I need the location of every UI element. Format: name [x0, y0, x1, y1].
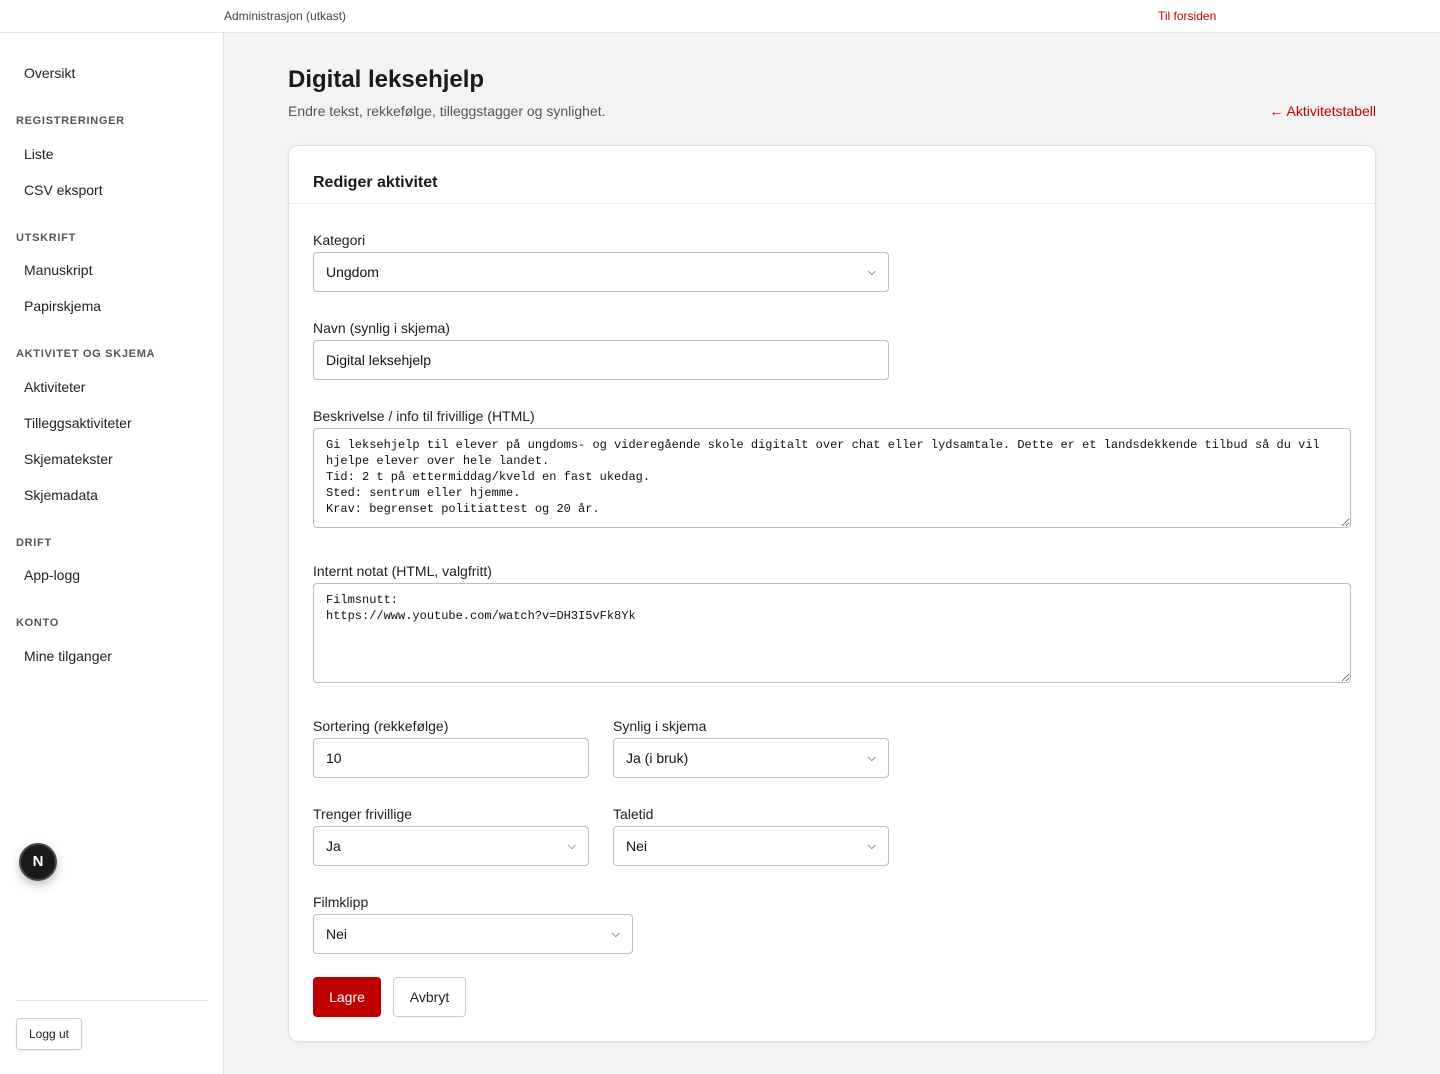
app-title: Administrasjon (utkast) [224, 9, 347, 23]
name-input[interactable] [313, 340, 889, 380]
internal-note-label: Internt notat (HTML, valgfritt) [313, 563, 492, 579]
nextjs-logo-icon: N [32, 853, 44, 870]
top-bar: Administrasjon (utkast) Til forsiden [0, 0, 1440, 33]
sidebar-divider [16, 1000, 208, 1001]
sidebar-heading-aktivitet-og-skjema: AKTIVITET OG SKJEMA [16, 348, 156, 360]
back-to-activity-table-link[interactable]: ← Aktivitetstabell [1269, 103, 1376, 119]
chevron-down-icon: ⌵ [867, 751, 876, 764]
category-value: Ungdom [326, 264, 379, 280]
page-subtitle: Endre tekst, rekkefølge, tilleggstagger … [288, 103, 606, 119]
sidebar-item-liste[interactable]: Liste [24, 146, 54, 162]
card-header: Rediger aktivitet [289, 146, 1375, 204]
home-link[interactable]: Til forsiden [1158, 9, 1216, 23]
chevron-down-icon: ⌵ [567, 839, 576, 852]
description-label: Beskrivelse / info til frivillige (HTML) [313, 408, 535, 424]
sidebar-heading-konto: KONTO [16, 617, 60, 629]
visible-value: Ja (i bruk) [626, 750, 689, 766]
sort-order-label: Sortering (rekkefølge) [313, 718, 449, 734]
internal-note-textarea[interactable]: Filmsnutt: https://www.youtube.com/watch… [313, 583, 1351, 683]
logout-button[interactable]: Logg ut [16, 1018, 82, 1050]
sidebar-heading-registreringer: REGISTRERINGER [16, 115, 125, 127]
sidebar-heading-drift: DRIFT [16, 537, 52, 549]
edit-activity-card: Rediger aktivitet Kategori Ungdom ⌵ Navn… [288, 145, 1376, 1042]
speaking-time-select[interactable]: Nei ⌵ [613, 826, 889, 866]
sidebar-item-papirskjema[interactable]: Papirskjema [24, 298, 101, 314]
film-clip-label: Filmklipp [313, 894, 369, 910]
film-clip-value: Nei [326, 926, 348, 942]
visible-label: Synlig i skjema [613, 718, 707, 734]
sidebar-item-mine-tilganger[interactable]: Mine tilganger [24, 648, 112, 664]
description-textarea[interactable]: Gi leksehjelp til elever på ungdoms- og … [313, 428, 1351, 528]
visible-select[interactable]: Ja (i bruk) ⌵ [613, 738, 889, 778]
chevron-down-icon: ⌵ [867, 265, 876, 278]
category-select[interactable]: Ungdom ⌵ [313, 252, 889, 292]
page-title: Digital leksehjelp [288, 66, 485, 93]
cancel-button[interactable]: Avbryt [393, 977, 466, 1017]
sidebar-item-app-logg[interactable]: App-logg [24, 567, 80, 583]
sidebar-item-tilleggsaktiviteter[interactable]: Tilleggsaktiviteter [24, 415, 132, 431]
needs-volunteers-select[interactable]: Ja ⌵ [313, 826, 589, 866]
sidebar-item-csv-eksport[interactable]: CSV eksport [24, 182, 103, 198]
sidebar-item-skjemadata[interactable]: Skjemadata [24, 487, 98, 503]
name-label: Navn (synlig i skjema) [313, 320, 450, 336]
sidebar-item-aktiviteter[interactable]: Aktiviteter [24, 379, 85, 395]
sidebar: Oversikt REGISTRERINGER Liste CSV ekspor… [0, 33, 224, 1074]
sort-order-input[interactable] [313, 738, 589, 778]
film-clip-select[interactable]: Nei ⌵ [313, 914, 633, 954]
needs-volunteers-value: Ja [326, 838, 341, 854]
category-label: Kategori [313, 232, 366, 248]
speaking-time-label: Taletid [613, 806, 654, 822]
nextjs-dev-badge[interactable]: N [19, 843, 57, 881]
sidebar-heading-utskrift: UTSKRIFT [16, 232, 76, 244]
needs-volunteers-label: Trenger frivillige [313, 806, 413, 822]
save-button[interactable]: Lagre [313, 977, 381, 1017]
sidebar-item-oversikt[interactable]: Oversikt [24, 65, 75, 81]
speaking-time-value: Nei [626, 838, 648, 854]
sidebar-item-manuskript[interactable]: Manuskript [24, 262, 92, 278]
sidebar-item-skjematekster[interactable]: Skjematekster [24, 451, 113, 467]
card-title: Rediger aktivitet [313, 174, 438, 191]
chevron-down-icon: ⌵ [867, 839, 876, 852]
chevron-down-icon: ⌵ [611, 927, 620, 940]
